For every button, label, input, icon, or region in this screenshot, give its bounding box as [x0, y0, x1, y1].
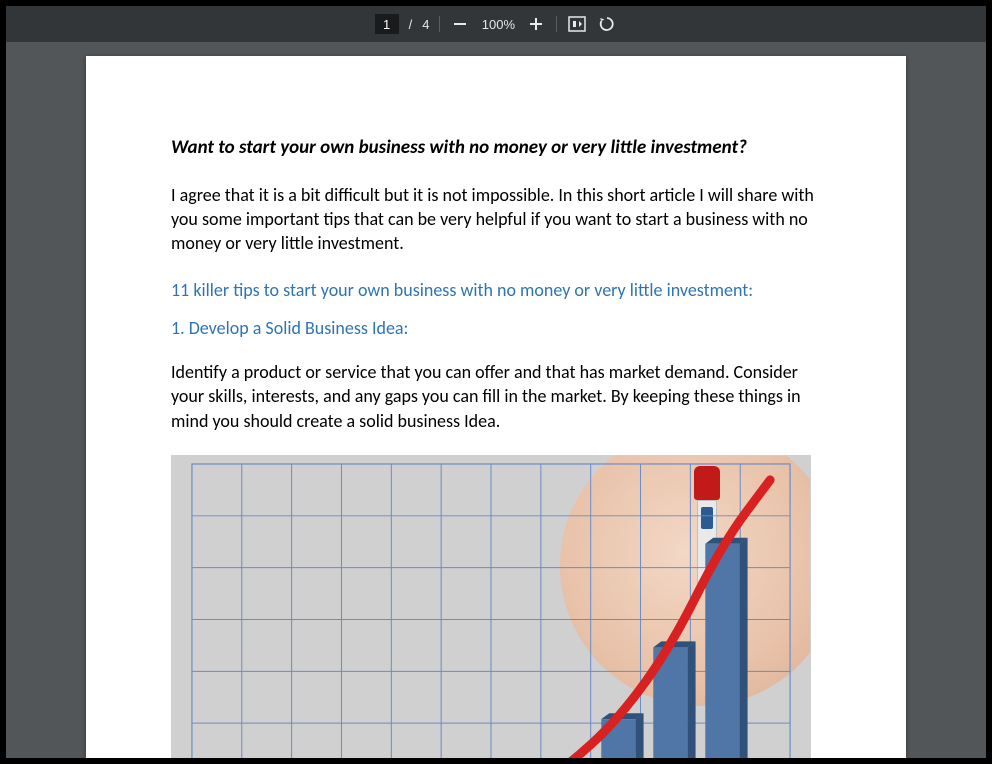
- doc-intro-paragraph: I agree that it is a bit difficult but i…: [171, 183, 821, 256]
- fit-to-page-button[interactable]: [567, 14, 587, 34]
- pdf-toolbar: / 4 100%: [6, 6, 986, 42]
- zoom-out-button[interactable]: [450, 14, 470, 34]
- view-group: [567, 14, 617, 34]
- doc-heading-main: 11 killer tips to start your own busines…: [171, 278, 821, 302]
- page-separator: /: [409, 17, 413, 32]
- pdf-viewer-frame: / 4 100% Want to start your own business…: [6, 6, 986, 758]
- zoom-group: 100%: [450, 14, 546, 34]
- document-page: Want to start your own business with no …: [86, 56, 906, 758]
- growth-chart-image: [171, 455, 811, 758]
- doc-title-question: Want to start your own business with no …: [171, 136, 821, 161]
- page-number-input[interactable]: [375, 14, 399, 34]
- rotate-button[interactable]: [597, 14, 617, 34]
- page-scroll-container[interactable]: Want to start your own business with no …: [6, 42, 986, 758]
- doc-paragraph-1: Identify a product or service that you c…: [171, 360, 821, 433]
- page-total-label: 4: [422, 17, 429, 32]
- doc-heading-sub: 1. Develop a Solid Business Idea:: [171, 316, 821, 340]
- page-group: / 4: [375, 14, 430, 34]
- toolbar-separator: [556, 16, 557, 32]
- toolbar-separator: [439, 16, 440, 32]
- growth-chart-svg: [172, 456, 810, 758]
- zoom-in-button[interactable]: [526, 14, 546, 34]
- zoom-level-label: 100%: [480, 17, 516, 32]
